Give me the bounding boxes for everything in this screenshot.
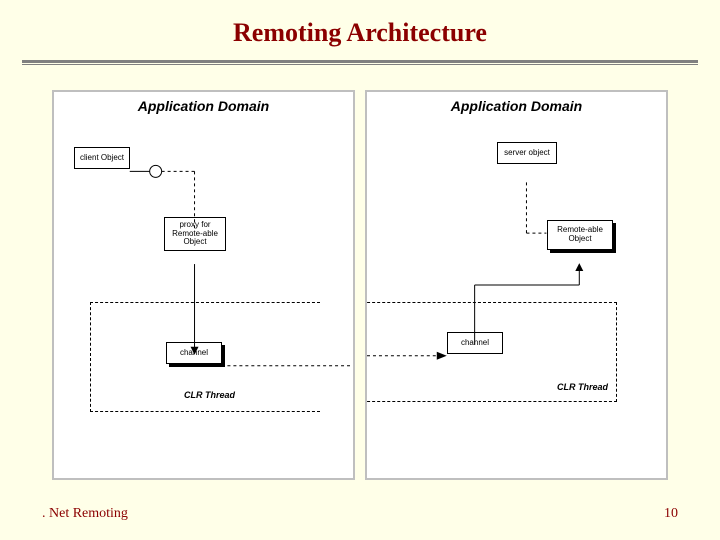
left-panel-title: Application Domain bbox=[54, 98, 353, 114]
right-panel: Application Domain server object Remote-… bbox=[365, 90, 668, 480]
proxy-box: proxy for Remote-able Object bbox=[164, 217, 226, 251]
clr-thread-label-right: CLR Thread bbox=[557, 382, 608, 392]
left-panel: Application Domain client Object proxy f… bbox=[52, 90, 355, 480]
page-number: 10 bbox=[664, 506, 678, 522]
remote-object-box: Remote-able Object bbox=[547, 220, 613, 250]
diagram-area: Application Domain client Object proxy f… bbox=[52, 90, 668, 480]
server-object-box: server object bbox=[497, 142, 557, 164]
page-title: Remoting Architecture bbox=[0, 0, 720, 60]
right-panel-title: Application Domain bbox=[367, 98, 666, 114]
divider bbox=[22, 60, 698, 63]
channel-box-left: channel bbox=[166, 342, 222, 364]
clr-thread-label-left: CLR Thread bbox=[184, 390, 235, 400]
slide: Remoting Architecture Application Domain… bbox=[0, 0, 720, 540]
footer-left: . Net Remoting bbox=[42, 506, 128, 522]
channel-box-right: channel bbox=[447, 332, 503, 354]
client-object-box: client Object bbox=[74, 147, 130, 169]
